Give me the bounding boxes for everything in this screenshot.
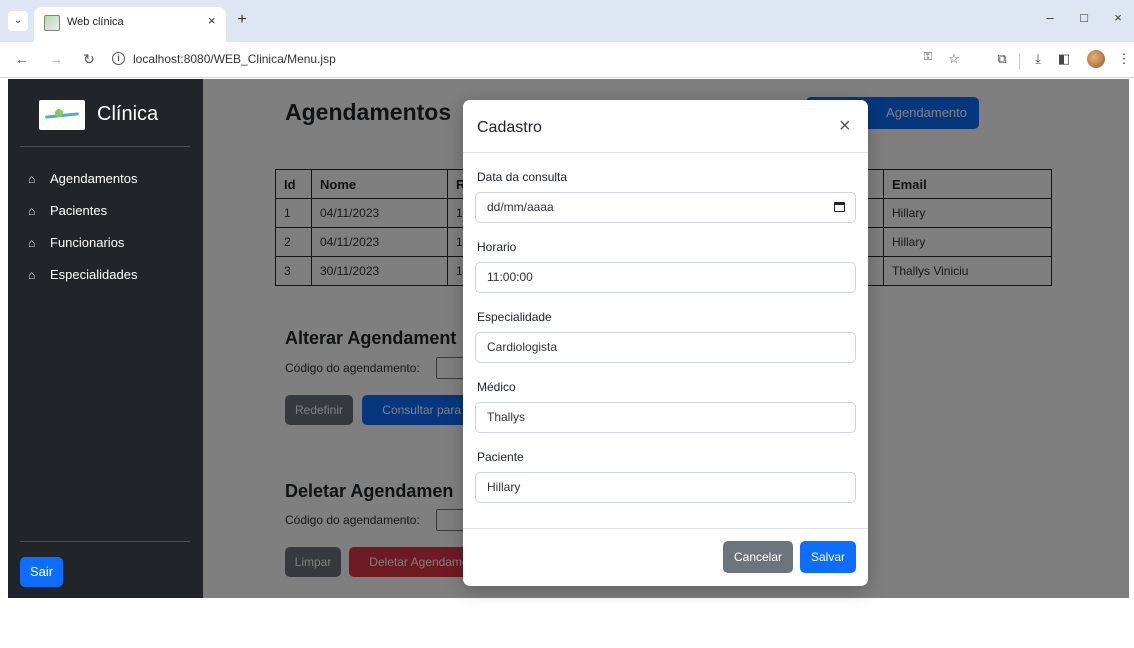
sidebar-divider-bottom: [20, 541, 190, 542]
save-button[interactable]: Salvar: [800, 541, 856, 573]
tab-title: Web clínica: [67, 16, 124, 28]
specialty-label: Especialidade: [477, 310, 552, 324]
url-field[interactable]: localhost:8080/WEB_Clinica/Menu.jsp: [133, 52, 336, 66]
date-field-value: dd/mm/aaaa: [487, 200, 554, 214]
sidebar-item-agendamentos[interactable]: ⌂ Agendamentos: [28, 171, 137, 186]
clinic-logo-icon: [39, 100, 85, 130]
modal-header-divider: [463, 152, 868, 153]
logout-button[interactable]: Sair: [20, 557, 63, 587]
home-icon: ⌂: [28, 204, 36, 218]
browser-tab-bar: ⌄ Web clínica × + – □ ×: [0, 0, 1134, 42]
side-panel-icon[interactable]: ◧: [1054, 51, 1074, 67]
reload-icon[interactable]: ↻: [79, 51, 99, 68]
sidebar-divider: [20, 146, 190, 147]
forward-arrow-icon[interactable]: →: [46, 51, 66, 67]
tab-close-icon[interactable]: ×: [208, 13, 216, 28]
sidebar-item-label: Pacientes: [50, 203, 108, 218]
download-icon[interactable]: ⤓: [1028, 51, 1048, 67]
favicon-icon: [44, 15, 60, 31]
calendar-icon[interactable]: [834, 202, 845, 212]
sidebar-item-especialidades[interactable]: ⌂ Especialidades: [28, 267, 137, 282]
close-icon[interactable]: ×: [839, 116, 851, 136]
time-label: Horario: [477, 240, 517, 254]
tab-search-chevron-icon[interactable]: ⌄: [8, 11, 28, 31]
sidebar-item-label: Especialidades: [50, 267, 138, 282]
sidebar-item-label: Agendamentos: [50, 171, 138, 186]
browser-tab[interactable]: Web clínica ×: [34, 7, 226, 42]
site-info-icon[interactable]: i: [112, 52, 125, 65]
toolbar-divider: [1019, 53, 1020, 69]
date-label: Data da consulta: [477, 170, 568, 184]
close-window-button[interactable]: ×: [1106, 10, 1130, 25]
cancel-button[interactable]: Cancelar: [723, 541, 793, 573]
maximize-button[interactable]: □: [1072, 10, 1096, 25]
modal-title: Cadastro: [477, 119, 542, 136]
back-arrow-icon[interactable]: ←: [12, 51, 32, 67]
key-icon[interactable]: ⚿: [918, 51, 938, 64]
sidebar-item-pacientes[interactable]: ⌂ Pacientes: [28, 203, 107, 218]
bookmark-star-icon[interactable]: ☆: [944, 51, 964, 67]
sidebar: Clínica ⌂ Agendamentos ⌂ Pacientes ⌂ Funcio…: [8, 79, 203, 598]
sidebar-item-label: Funcionarios: [50, 235, 125, 250]
minimize-button[interactable]: –: [1038, 10, 1062, 25]
new-tab-button[interactable]: +: [232, 11, 252, 31]
time-field[interactable]: 11:00:00: [475, 262, 856, 293]
home-icon: ⌂: [28, 172, 36, 186]
profile-avatar[interactable]: [1087, 50, 1105, 68]
address-bar: ← → ↻ i localhost:8080/WEB_Clinica/Menu.…: [0, 42, 1134, 78]
specialty-field[interactable]: Cardiologista: [475, 332, 856, 363]
doctor-field[interactable]: Thallys: [475, 402, 856, 433]
more-menu-icon[interactable]: ⋮: [1114, 51, 1134, 67]
brand-name: Clínica: [97, 103, 159, 125]
home-icon: ⌂: [28, 236, 36, 250]
register-modal: Cadastro × Data da consulta dd/mm/aaaa H…: [463, 100, 868, 586]
modal-footer-divider: [463, 528, 868, 529]
extensions-icon[interactable]: ⧉: [992, 51, 1012, 67]
patient-label: Paciente: [477, 450, 524, 464]
patient-field[interactable]: Hillary: [475, 472, 856, 503]
date-field[interactable]: dd/mm/aaaa: [475, 192, 856, 223]
sidebar-item-funcionarios[interactable]: ⌂ Funcionarios: [28, 235, 124, 250]
home-icon: ⌂: [28, 268, 36, 282]
doctor-label: Médico: [477, 380, 516, 394]
